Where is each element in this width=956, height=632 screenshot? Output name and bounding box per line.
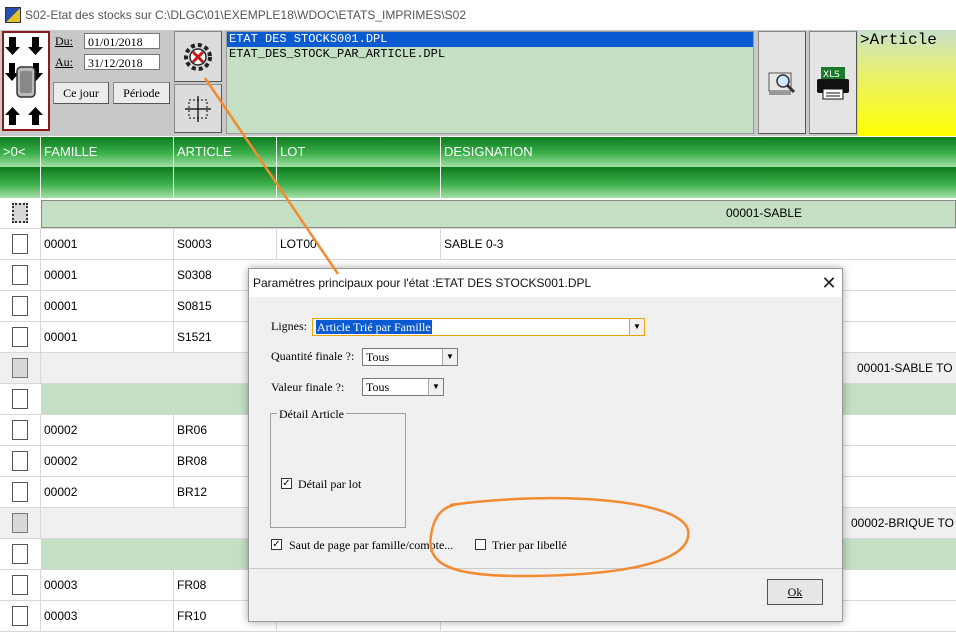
cell-famille: 00001 (44, 330, 78, 344)
cell-article: S1521 (177, 330, 212, 344)
svg-text:XLS: XLS (823, 70, 840, 80)
cell-designation: SABLE 0-3 (444, 237, 504, 251)
close-icon[interactable]: ✕ (819, 273, 839, 293)
valeur-value: Tous (366, 380, 390, 394)
ce-jour-button[interactable]: Ce jour (53, 82, 109, 104)
parameters-gear-button[interactable] (174, 31, 222, 82)
lignes-select[interactable]: Article Trié par Famille ▼ (312, 318, 645, 336)
cell-famille: 00001 (44, 299, 78, 313)
row-selector[interactable] (12, 482, 28, 502)
row-selector[interactable] (12, 296, 28, 316)
article-panel: >Article (858, 30, 956, 136)
dialog-title: Paramètres principaux pour l'état :ETAT … (253, 276, 592, 290)
row-selector[interactable] (12, 451, 28, 471)
chevron-down-icon[interactable]: ▼ (629, 319, 644, 335)
col-header-article[interactable]: ARTICLE (174, 137, 277, 167)
detail-article-group (270, 413, 406, 528)
cell-lot: LOT00 (280, 237, 317, 251)
du-label: Du: (55, 34, 73, 48)
window-title: S02-Etat des stocks sur C:\DLGC\01\EXEMP… (25, 8, 467, 22)
row-selector[interactable] (12, 265, 28, 285)
valeur-label: Valeur finale ?: (271, 380, 345, 394)
saut-page-label: Saut de page par famille/compte... (289, 538, 454, 552)
quantite-select[interactable]: Tous ▼ (362, 348, 458, 366)
preview-button[interactable] (758, 31, 806, 134)
col-header-famille[interactable]: FAMILLE (41, 137, 174, 167)
cell-article: S0003 (177, 237, 212, 251)
article-label: >Article (860, 31, 937, 49)
quantite-label: Quantité finale ?: (271, 349, 355, 363)
col-header-lot[interactable]: LOT (277, 137, 441, 167)
col-header-toggle[interactable]: >0< (0, 137, 41, 167)
saut-page-checkbox[interactable]: ✓ (271, 539, 282, 550)
print-preview-icon (766, 72, 798, 102)
app-icon (5, 7, 21, 23)
row-selector[interactable] (12, 234, 28, 254)
cell-famille: 00001 (44, 237, 78, 251)
row-selector[interactable] (12, 327, 28, 347)
export-xls-button[interactable]: XLS (809, 31, 857, 134)
cell-article: BR12 (177, 485, 208, 499)
row-selector[interactable] (12, 544, 28, 564)
cell-famille: 00002 (44, 485, 78, 499)
filter-cell[interactable] (441, 167, 956, 198)
au-label: Au: (55, 55, 73, 69)
chevron-down-icon[interactable]: ▼ (428, 379, 443, 395)
cell-famille: 00003 (44, 609, 78, 623)
cell-famille: 00002 (44, 454, 78, 468)
divider (249, 568, 842, 569)
periode-button[interactable]: Période (113, 82, 170, 104)
date-from-input[interactable]: 01/01/2018 (84, 33, 160, 49)
cell-famille: 00002 (44, 423, 78, 437)
row-selector[interactable] (12, 389, 28, 409)
group-label: 00001-SABLE (726, 206, 803, 220)
report-item[interactable]: ETAT_DES_STOCK_PAR_ARTICLE.DPL (227, 47, 753, 62)
layout-select-button[interactable] (174, 84, 222, 133)
cell-article: S0308 (177, 268, 212, 282)
chevron-down-icon[interactable]: ▼ (442, 349, 457, 365)
report-list[interactable]: ETAT DES STOCKS001.DPL ETAT_DES_STOCK_PA… (226, 31, 754, 134)
trier-libelle-checkbox[interactable] (475, 539, 486, 550)
detail-lot-label: Détail par lot (298, 477, 362, 491)
row-selector[interactable] (12, 203, 28, 223)
cell-article: FR10 (177, 609, 207, 623)
filter-cell[interactable] (41, 167, 174, 198)
row-selector[interactable] (12, 358, 28, 378)
cell-famille: 00001 (44, 268, 78, 282)
row-selector[interactable] (12, 420, 28, 440)
date-to-input[interactable]: 31/12/2018 (84, 54, 160, 70)
cell-article: BR08 (177, 454, 208, 468)
row-selector[interactable] (12, 513, 28, 533)
total-label: 00002-BRIQUE TO (851, 516, 954, 530)
navigation-arrows-icon[interactable] (2, 31, 50, 131)
col-header-designation[interactable]: DESIGNATION (441, 137, 956, 167)
filter-cell[interactable] (0, 167, 41, 198)
cell-article: BR06 (177, 423, 208, 437)
filter-cell[interactable] (174, 167, 277, 198)
lignes-value: Article Trié par Famille (316, 320, 432, 334)
detail-lot-checkbox[interactable]: ✓ (281, 478, 292, 489)
cell-famille: 00003 (44, 578, 78, 592)
dialog-title-bar: Paramètres principaux pour l'état :ETAT … (249, 269, 842, 297)
trier-libelle-label: Trier par libellé (492, 538, 567, 552)
parameters-dialog: Paramètres principaux pour l'état :ETAT … (248, 268, 843, 622)
ok-button[interactable]: Ok (767, 579, 823, 605)
row-selector[interactable] (12, 606, 28, 626)
group-row[interactable]: 00001-SABLE (0, 198, 956, 229)
report-item[interactable]: ETAT DES STOCKS001.DPL (227, 32, 753, 47)
cell-article: S0815 (177, 299, 212, 313)
row-selector[interactable] (12, 575, 28, 595)
quantite-value: Tous (366, 350, 390, 364)
filter-cell[interactable] (277, 167, 441, 198)
table-row[interactable]: 00001 S0003 LOT00 SABLE 0-3 (0, 229, 956, 260)
total-label: 00001-SABLE TO (857, 361, 953, 375)
gear-cancel-icon (181, 43, 215, 77)
cell-article: FR08 (177, 578, 207, 592)
detail-article-title: Détail Article (277, 407, 346, 422)
lignes-label: Lignes: (271, 319, 307, 333)
title-bar: S02-Etat des stocks sur C:\DLGC\01\EXEMP… (0, 0, 956, 31)
valeur-select[interactable]: Tous ▼ (362, 378, 444, 396)
xls-printer-icon: XLS (815, 67, 851, 104)
crosshair-frame-icon (183, 96, 213, 127)
